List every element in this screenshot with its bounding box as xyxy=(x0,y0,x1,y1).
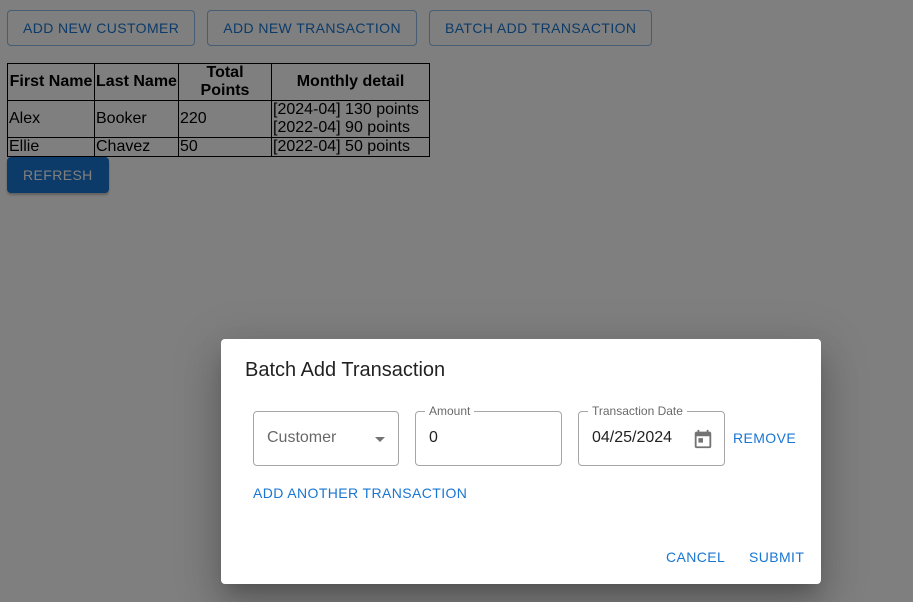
calendar-icon[interactable] xyxy=(692,428,714,450)
transaction-date-value: 04/25/2024 xyxy=(592,429,673,446)
dialog-title: Batch Add Transaction xyxy=(245,359,446,381)
remove-button[interactable]: REMOVE xyxy=(733,430,796,446)
transaction-date-label: Transaction Date xyxy=(588,404,687,418)
cancel-button[interactable]: CANCEL xyxy=(666,549,725,565)
customer-select[interactable]: Customer xyxy=(253,411,399,466)
submit-button[interactable]: SUBMIT xyxy=(749,549,804,565)
amount-value: 0 xyxy=(429,429,438,446)
amount-field[interactable]: Amount 0 xyxy=(415,404,562,466)
amount-label: Amount xyxy=(425,404,475,418)
add-another-transaction-button[interactable]: ADD ANOTHER TRANSACTION xyxy=(253,485,467,501)
customer-placeholder: Customer xyxy=(267,429,337,446)
caret-down-icon xyxy=(375,437,385,442)
batch-add-transaction-dialog: Batch Add Transaction Customer Amount 0 … xyxy=(221,339,821,584)
transaction-date-field[interactable]: Transaction Date 04/25/2024 xyxy=(578,404,725,466)
